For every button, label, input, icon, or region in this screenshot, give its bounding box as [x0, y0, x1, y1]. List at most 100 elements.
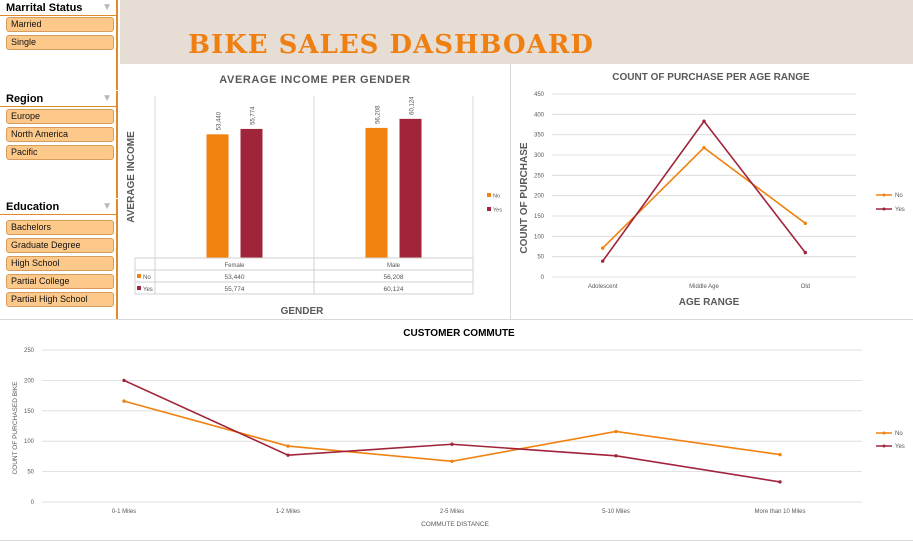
slicer-item-bachelors[interactable]: Bachelors: [6, 220, 114, 235]
education-slicer: Education ▼ Bachelors Graduate Degree Hi…: [0, 199, 118, 319]
slicer-item-north-america[interactable]: North America: [6, 127, 114, 142]
y-tick-label: 150: [24, 409, 35, 415]
slicer-item-partial-college[interactable]: Partial College: [6, 274, 114, 289]
dashboard-title: BIKE SALES DASHBOARD: [188, 30, 594, 60]
x-tick-label: Old: [801, 284, 810, 290]
x-tick-label: Adolescent: [588, 284, 618, 290]
filter-clear-icon[interactable]: ▼: [102, 93, 112, 104]
data-table-value: 56,208: [384, 274, 404, 281]
commute-chart[interactable]: CUSTOMER COMMUTE 0 50 100 150 200 250 0-1 Miles…: [0, 320, 913, 539]
legend-key-no: [137, 274, 141, 278]
slicer-item-pacific[interactable]: Pacific: [6, 145, 114, 160]
panel-divider: [510, 64, 511, 319]
chart-title: COUNT OF PURCHASE PER AGE RANGE: [612, 72, 810, 83]
slicer-item-high-school[interactable]: High School: [6, 256, 114, 271]
x-tick-label: More than 10 Miles: [754, 509, 805, 515]
x-tick-label: Middle Age: [689, 284, 719, 290]
legend-key-marker: [882, 207, 886, 211]
data-point-yes: [702, 119, 706, 123]
x-tick-label: 5-10 Miles: [602, 509, 630, 515]
marital-status-slicer: Marrital Status ▼ Married Single: [0, 0, 118, 90]
region-slicer: Region ▼ Europe North America Pacific: [0, 91, 118, 198]
data-point-no: [803, 221, 808, 226]
slicer-item-europe[interactable]: Europe: [6, 109, 114, 124]
slicer-item-single[interactable]: Single: [6, 35, 114, 50]
legend-key-no: [487, 193, 491, 197]
legend-key-yes: [137, 286, 141, 290]
y-tick-label: 50: [537, 255, 544, 261]
slicer-title: Education: [6, 200, 60, 213]
age-range-chart[interactable]: COUNT OF PURCHASE PER AGE RANGE 0 50 100 150…: [512, 65, 913, 319]
legend-label: No: [895, 431, 903, 437]
x-tick-label: 1-2 Miles: [276, 509, 300, 515]
data-point-yes: [600, 259, 605, 263]
slicer-title: Region: [6, 92, 44, 105]
data-point-no: [122, 399, 126, 403]
x-axis-title: COMMUTE DISTANCE: [421, 521, 489, 528]
legend-label: Yes: [493, 208, 502, 214]
legend-label: Yes: [895, 207, 905, 213]
y-axis-title: AVERAGE INCOME: [126, 131, 137, 223]
slicer-item-graduate-degree[interactable]: Graduate Degree: [6, 238, 114, 253]
y-tick-label: 150: [534, 214, 545, 220]
y-tick-label: 450: [534, 92, 545, 98]
commute-chart-svg: CUSTOMER COMMUTE 0 50 100 150 200 250 0-1 Miles…: [12, 328, 905, 528]
data-point-yes: [286, 453, 290, 457]
y-tick-label: 50: [27, 470, 34, 476]
category-label: Female: [224, 263, 245, 269]
data-point-no: [600, 246, 605, 250]
chart-title: AVERAGE INCOME PER GENDER: [219, 74, 410, 86]
data-point-no: [286, 444, 290, 448]
y-tick-label: 100: [24, 439, 35, 445]
legend-key-marker: [882, 444, 886, 448]
legend-key-yes: [487, 207, 491, 211]
y-tick-label: 0: [31, 500, 35, 506]
data-table-value: 53,440: [225, 274, 245, 281]
x-tick-label: 0-1 Miles: [112, 509, 136, 515]
slicer-item-married[interactable]: Married: [6, 17, 114, 32]
x-axis-title: GENDER: [281, 306, 325, 317]
y-tick-label: 200: [24, 378, 35, 384]
data-table-series-label: No: [143, 275, 151, 281]
y-axis-title: COUNT OF PURCHASE: [519, 142, 530, 253]
data-point-yes: [778, 480, 782, 484]
slicer-item-partial-high-school[interactable]: Partial High School: [6, 292, 114, 307]
y-tick-label: 200: [534, 194, 545, 200]
data-point-yes: [450, 442, 454, 446]
data-table-series-label: Yes: [143, 287, 153, 293]
y-tick-label: 400: [534, 112, 545, 118]
data-point-no: [702, 145, 706, 150]
age-range-chart-svg: COUNT OF PURCHASE PER AGE RANGE 0 50 100 150…: [519, 72, 905, 308]
bar-no-female: [206, 134, 229, 258]
y-axis-title: COUNT OF PURCHASED BIKE: [12, 381, 19, 475]
data-table-value: 55,774: [225, 286, 245, 293]
y-tick-label: 0: [541, 275, 545, 281]
legend-label: Yes: [895, 444, 905, 450]
bar-yes-male: [399, 118, 422, 258]
bar-yes-female: [240, 128, 263, 258]
y-tick-label: 250: [24, 348, 35, 354]
data-point-yes: [803, 250, 808, 255]
series-line-yes: [602, 119, 806, 262]
filter-clear-icon[interactable]: ▼: [102, 201, 112, 212]
data-point-no: [778, 452, 782, 457]
category-label: Male: [387, 263, 401, 269]
legend-key-marker: [882, 431, 886, 435]
income-gender-chart[interactable]: AVERAGE INCOME PER GENDER 53,440 55,774 56,…: [121, 65, 509, 319]
data-point-yes: [122, 378, 126, 383]
legend-label: No: [895, 193, 903, 199]
data-table-value: 60,124: [384, 286, 404, 293]
y-tick-label: 100: [534, 234, 545, 240]
data-label: 53,440: [217, 111, 223, 130]
data-point-no: [614, 429, 618, 434]
x-axis-title: AGE RANGE: [679, 297, 740, 308]
slicer-title: Marrital Status: [6, 1, 83, 14]
filter-clear-icon[interactable]: ▼: [102, 2, 112, 13]
panel-divider: [0, 540, 913, 541]
data-point-no: [450, 459, 454, 463]
series-line-yes: [123, 379, 781, 483]
slicer-header: Education ▼: [0, 199, 116, 215]
slicer-header: Marrital Status ▼: [0, 0, 116, 16]
data-label: 56,208: [376, 105, 382, 124]
y-tick-label: 350: [534, 133, 545, 139]
